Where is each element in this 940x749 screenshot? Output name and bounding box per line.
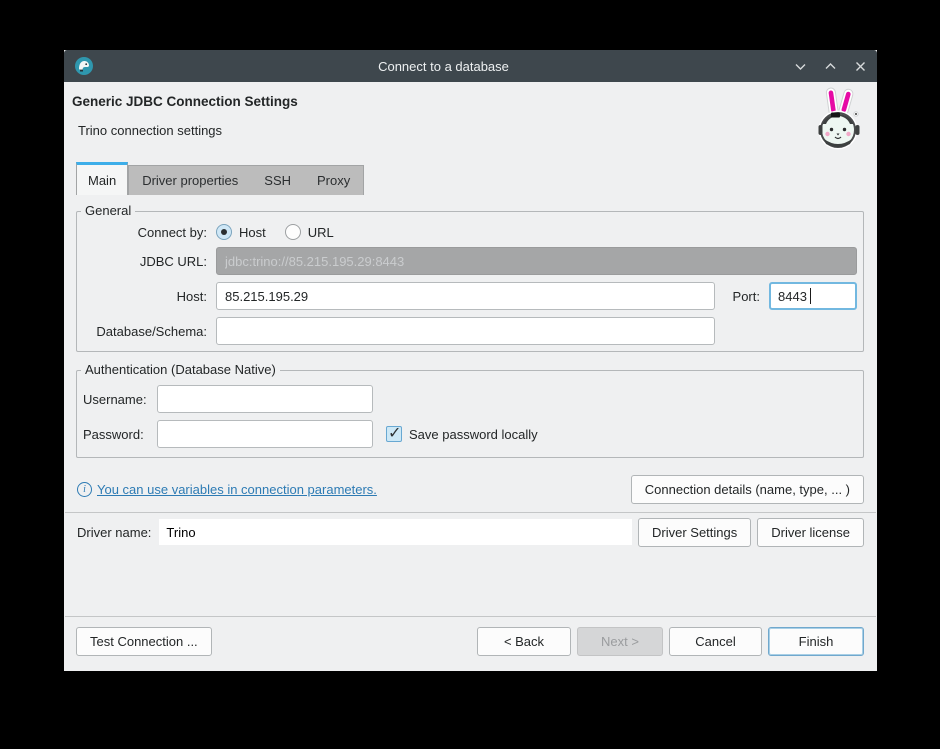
maximize-icon[interactable] xyxy=(823,59,837,73)
page-subtitle: Trino connection settings xyxy=(78,123,222,138)
port-field[interactable] xyxy=(769,282,857,310)
general-group-legend: General xyxy=(81,203,135,218)
dbeaver-app-icon xyxy=(74,56,94,76)
cancel-button[interactable]: Cancel xyxy=(669,627,762,656)
username-row: Username: xyxy=(83,385,857,413)
jdbc-url-label: JDBC URL: xyxy=(83,254,207,269)
connection-details-button[interactable]: Connection details (name, type, ... ) xyxy=(631,475,864,504)
finish-button[interactable]: Finish xyxy=(768,627,864,656)
host-port-row: Host: Port: xyxy=(83,282,857,310)
driver-row: Driver name: Driver Settings Driver lice… xyxy=(77,517,864,547)
tab-driver-properties[interactable]: Driver properties xyxy=(129,166,251,195)
password-field[interactable] xyxy=(157,420,373,448)
tab-main[interactable]: Main xyxy=(76,162,128,195)
footer-separator xyxy=(65,616,876,617)
connect-by-row: Connect by: Host URL xyxy=(83,224,857,240)
spacer xyxy=(64,547,877,616)
radio-url[interactable] xyxy=(285,224,301,240)
minimize-icon[interactable] xyxy=(793,59,807,73)
tab-group: Driver properties SSH Proxy xyxy=(128,165,364,195)
database-row: Database/Schema: xyxy=(83,317,857,345)
tab-ssh[interactable]: SSH xyxy=(251,166,304,195)
driver-name-label: Driver name: xyxy=(77,525,151,540)
save-password-checkbox[interactable]: ✓ xyxy=(386,426,402,442)
save-password-label: Save password locally xyxy=(409,427,538,442)
username-field[interactable] xyxy=(157,385,373,413)
variables-link[interactable]: You can use variables in connection para… xyxy=(97,482,377,497)
host-field[interactable] xyxy=(216,282,715,310)
radio-host-label: Host xyxy=(239,225,266,240)
driver-license-button[interactable]: Driver license xyxy=(757,518,864,547)
port-field-wrap xyxy=(769,282,857,310)
driver-name-field xyxy=(159,519,632,545)
next-button: Next > xyxy=(577,627,663,656)
password-label: Password: xyxy=(83,427,157,442)
jdbc-url-row: JDBC URL: xyxy=(83,247,857,275)
tabbar: Main Driver properties SSH Proxy xyxy=(76,162,877,195)
test-connection-button[interactable]: Test Connection ... xyxy=(76,627,212,656)
connect-by-label: Connect by: xyxy=(83,225,207,240)
radio-host[interactable] xyxy=(216,224,232,240)
database-label: Database/Schema: xyxy=(83,324,207,339)
trino-bunny-logo-icon xyxy=(810,86,868,155)
separator xyxy=(65,512,876,513)
text-caret xyxy=(810,288,811,304)
tab-main-label: Main xyxy=(88,173,116,188)
port-label: Port: xyxy=(724,289,760,304)
host-label: Host: xyxy=(83,289,207,304)
jdbc-url-field xyxy=(216,247,857,275)
radio-url-label: URL xyxy=(308,225,334,240)
checkmark-icon: ✓ xyxy=(388,423,401,443)
footer-button-bar: Test Connection ... < Back Next > Cancel… xyxy=(76,627,864,656)
titlebar: Connect to a database xyxy=(64,50,877,82)
authentication-group-legend: Authentication (Database Native) xyxy=(81,362,280,377)
tab-proxy[interactable]: Proxy xyxy=(304,166,363,195)
window-controls xyxy=(793,59,867,73)
back-button[interactable]: < Back xyxy=(477,627,571,656)
hint-row: i You can use variables in connection pa… xyxy=(77,474,864,504)
username-label: Username: xyxy=(83,392,157,407)
password-row: Password: ✓ Save password locally xyxy=(83,420,857,448)
info-icon: i xyxy=(77,482,92,497)
page-title: Generic JDBC Connection Settings xyxy=(72,94,298,109)
connect-by-radios: Host URL xyxy=(216,224,857,240)
window-title: Connect to a database xyxy=(94,59,793,74)
authentication-group: Authentication (Database Native) Usernam… xyxy=(76,370,864,458)
wizard-header: Generic JDBC Connection Settings Trino c… xyxy=(64,82,877,162)
database-field[interactable] xyxy=(216,317,715,345)
close-icon[interactable] xyxy=(853,59,867,73)
connect-database-dialog: Connect to a database Generic JDBC Conne… xyxy=(64,50,877,671)
driver-settings-button[interactable]: Driver Settings xyxy=(638,518,751,547)
general-group: General Connect by: Host URL JDBC URL: H… xyxy=(76,211,864,352)
wizard-buttons: < Back Next > Cancel Finish xyxy=(477,627,864,656)
